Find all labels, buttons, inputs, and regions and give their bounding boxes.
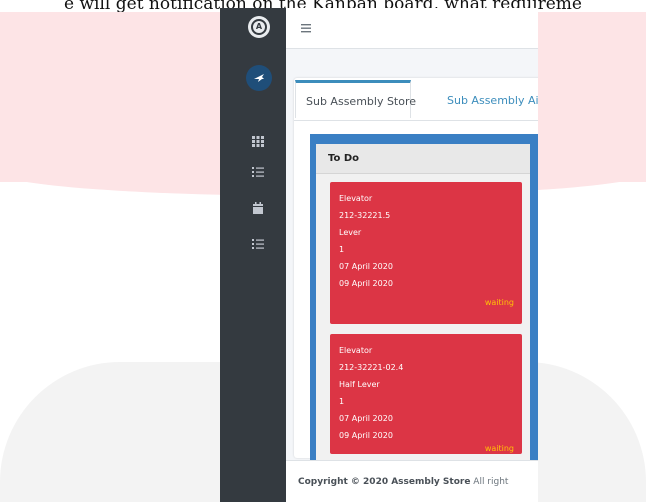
task-start-date: 07 April 2020 xyxy=(339,262,393,271)
calendar-icon[interactable] xyxy=(251,201,265,215)
task-status: waiting xyxy=(484,444,514,453)
column-title: To Do xyxy=(316,144,530,174)
task-part: Lever xyxy=(339,228,362,237)
task-start-date: 07 April 2020 xyxy=(339,414,393,423)
list-icon[interactable] xyxy=(251,165,265,179)
brand-logo[interactable]: A xyxy=(248,16,270,38)
avatar[interactable] xyxy=(246,65,272,91)
footer-copyright: Copyright © 2020 Assembly Store xyxy=(298,477,471,487)
task-qty: 1 xyxy=(339,245,345,254)
sidebar: A xyxy=(220,8,286,502)
task-card[interactable]: Elevator 212-32221.5 Lever 1 07 April 20… xyxy=(330,182,522,324)
airplane-icon xyxy=(254,74,264,82)
task-name: Elevator xyxy=(339,194,373,203)
task-status: waiting xyxy=(484,298,514,307)
hamburger-menu-icon[interactable] xyxy=(300,20,314,34)
task-code: 212-32221.5 xyxy=(339,211,391,220)
task-code: 212-32221-02.4 xyxy=(339,363,404,372)
footer-rights: All right xyxy=(470,477,509,487)
task-qty: 1 xyxy=(339,397,345,406)
tabs-divider xyxy=(294,120,538,121)
task-card[interactable]: Elevator 212-32221-02.4 Half Lever 1 07 … xyxy=(330,334,522,454)
apps-grid-icon[interactable] xyxy=(251,134,265,148)
task-due-date: 09 April 2020 xyxy=(339,431,393,440)
tab-sub-assembly-ai[interactable]: Sub Assembly Ai xyxy=(437,82,538,120)
task-part: Half Lever xyxy=(339,380,380,389)
app-window: A Sub Assembly Store Sub Assembly Ai To … xyxy=(220,8,538,502)
top-navbar xyxy=(286,8,538,49)
tab-sub-assembly-store[interactable]: Sub Assembly Store xyxy=(295,80,416,118)
logo-letter: A xyxy=(251,19,267,35)
footer: Copyright © 2020 Assembly Store All righ… xyxy=(286,460,538,502)
task-name: Elevator xyxy=(339,346,373,355)
list-icon[interactable] xyxy=(251,237,265,251)
task-due-date: 09 April 2020 xyxy=(339,279,393,288)
